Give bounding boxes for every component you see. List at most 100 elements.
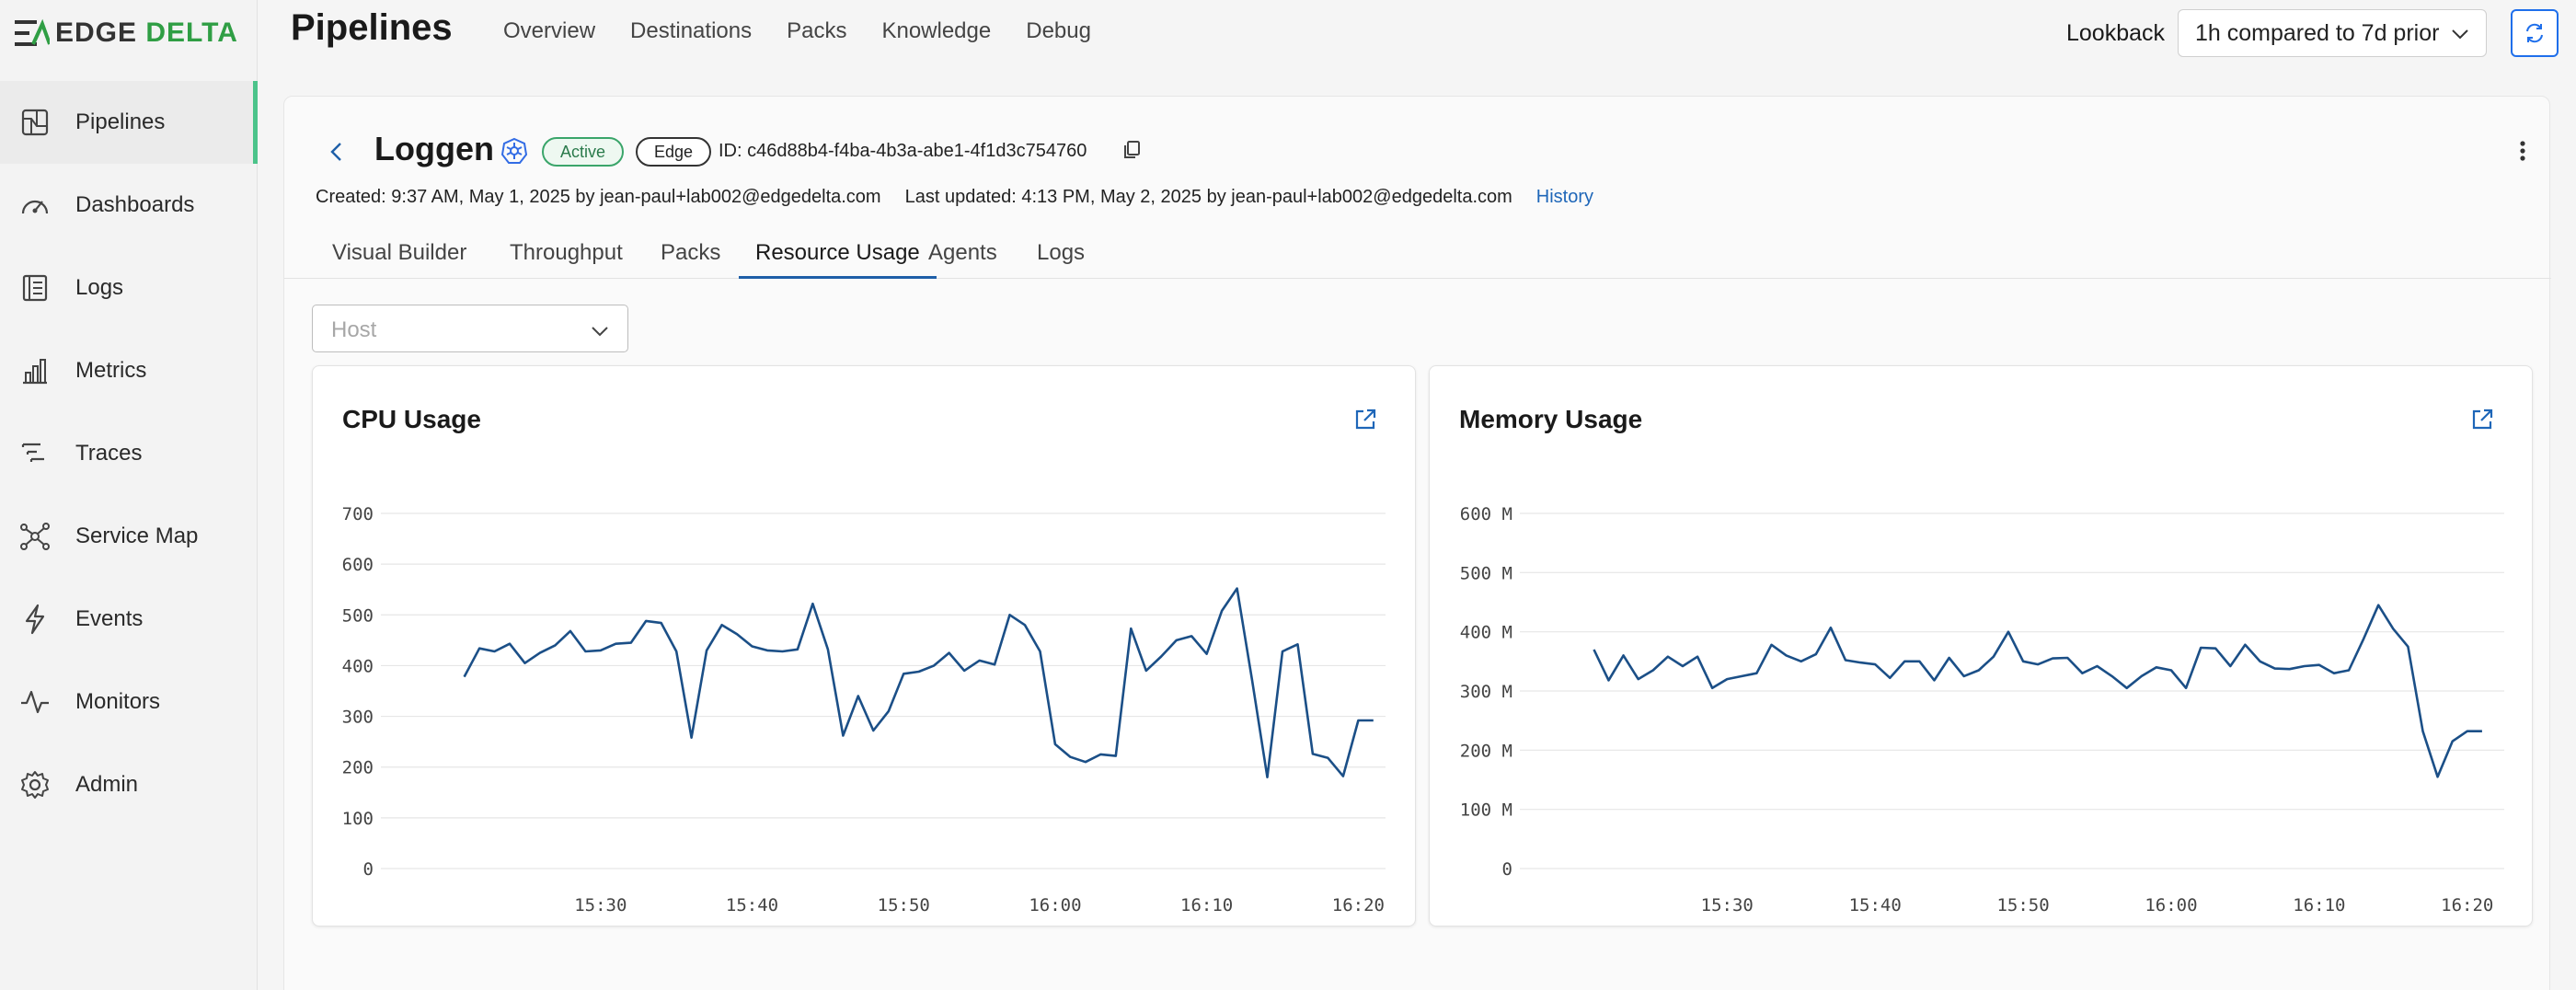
x-tick-label: 16:10: [2293, 895, 2345, 915]
pipelines-icon: [18, 106, 52, 139]
y-tick-label: 200 M: [1460, 741, 1512, 761]
x-tick-label: 16:10: [1180, 895, 1233, 915]
pipeline-meta: Created: 9:37 AM, May 1, 2025 by jean-pa…: [316, 187, 1593, 208]
y-tick-label: 0: [363, 859, 374, 880]
nav-debug[interactable]: Debug: [1026, 18, 1091, 44]
y-tick-label: 500 M: [1460, 563, 1512, 583]
y-tick-label: 500: [342, 605, 374, 626]
x-tick-label: 15:40: [1849, 895, 1902, 915]
x-tick-label: 15:30: [574, 895, 627, 915]
copy-icon[interactable]: [1121, 139, 1142, 161]
pipeline-id: ID: c46d88b4-f4ba-4b3a-abe1-4f1d3c754760: [719, 141, 1087, 161]
brand-name: EDGE DELTA: [55, 17, 238, 48]
more-options-icon[interactable]: [2518, 139, 2527, 163]
host-select[interactable]: Host: [312, 305, 628, 352]
x-tick-label: 16:20: [1332, 895, 1385, 915]
x-tick-label: 16:00: [2145, 895, 2197, 915]
x-tick-label: 15:40: [726, 895, 778, 915]
sidebar-item-label: Events: [75, 606, 144, 631]
sidebar-item-label: Monitors: [75, 689, 161, 714]
sidebar-item-label: Metrics: [75, 358, 147, 383]
nav-destinations[interactable]: Destinations: [630, 18, 752, 44]
sidebar-item-label: Pipelines: [75, 109, 166, 134]
pipeline-tabs: Visual Builder Throughput Packs Resource…: [284, 231, 2551, 279]
tab-agents[interactable]: Agents: [912, 231, 1014, 279]
x-tick-label: 15:30: [1701, 895, 1754, 915]
nav-knowledge[interactable]: Knowledge: [881, 18, 991, 44]
tab-throughput[interactable]: Throughput: [493, 231, 639, 279]
tab-resource-usage[interactable]: Resource Usage: [739, 231, 937, 279]
traces-icon: [18, 437, 52, 470]
logs-icon: [18, 271, 52, 305]
edge-delta-logo-icon: [15, 18, 50, 46]
sidebar-item-logs[interactable]: Logs: [0, 247, 258, 329]
refresh-button[interactable]: [2511, 9, 2559, 57]
y-tick-label: 100: [342, 809, 374, 829]
sidebar-item-pipelines[interactable]: Pipelines: [0, 81, 258, 164]
sidebar-item-admin[interactable]: Admin: [0, 743, 258, 826]
tab-visual-builder[interactable]: Visual Builder: [316, 231, 483, 279]
x-tick-label: 16:20: [2441, 895, 2493, 915]
sidebar-item-service-map[interactable]: Service Map: [0, 495, 258, 578]
updated-info: Last updated: 4:13 PM, May 2, 2025 by je…: [904, 187, 1512, 207]
chevron-down-icon: [2452, 29, 2468, 40]
sidebar-item-events[interactable]: Events: [0, 578, 258, 661]
y-tick-label: 400: [342, 656, 374, 676]
top-header: Pipelines Overview Destinations Packs Kn…: [258, 0, 2576, 72]
sidebar: EDGE DELTA Pipelines Dashboards Logs Met…: [0, 0, 258, 990]
network-icon: [18, 520, 52, 553]
lookback-value: 1h compared to 7d prior: [2195, 19, 2440, 46]
host-select-placeholder: Host: [331, 317, 377, 342]
y-tick-label: 300 M: [1460, 682, 1512, 702]
top-nav: Overview Destinations Packs Knowledge De…: [503, 18, 1091, 44]
pipeline-detail-card: Loggen Active Edge ID: c46d88b4-f4ba-4b3…: [283, 96, 2551, 990]
x-tick-label: 15:50: [1996, 895, 2049, 915]
gear-icon: [18, 768, 52, 801]
pipeline-name: Loggen: [374, 130, 494, 167]
nav-overview[interactable]: Overview: [503, 18, 595, 44]
sidebar-item-label: Admin: [75, 772, 139, 797]
history-link[interactable]: History: [1536, 187, 1593, 208]
type-badge: Edge: [636, 137, 712, 167]
sidebar-item-dashboards[interactable]: Dashboards: [0, 164, 258, 247]
bar-chart-icon: [18, 354, 52, 387]
y-tick-label: 600 M: [1460, 504, 1512, 524]
gauge-icon: [18, 189, 52, 222]
y-tick-label: 600: [342, 555, 374, 575]
lookback-select[interactable]: 1h compared to 7d prior: [2178, 9, 2487, 57]
sidebar-nav: Pipelines Dashboards Logs Metrics Traces: [0, 81, 258, 826]
tab-packs[interactable]: Packs: [644, 231, 737, 279]
cpu-usage-chart: 0 100 200 300 400 500 600 700 15:30 15:40 15:50 16:…: [342, 504, 1386, 915]
y-tick-label: 300: [342, 708, 374, 728]
nav-packs[interactable]: Packs: [787, 18, 846, 44]
memory-usage-chart: 0 100 M 200 M 300 M 400 M 500 M 600 M 15:30 15:4…: [1460, 504, 2504, 915]
y-tick-label: 400 M: [1460, 623, 1512, 643]
edge-delta-logo[interactable]: EDGE DELTA: [13, 17, 238, 50]
sidebar-item-label: Traces: [75, 441, 143, 466]
cpu-usage-panel: CPU Usage 0 100 200 300 400 500 600 700 15:30 15:…: [312, 365, 1416, 927]
sidebar-item-traces[interactable]: Traces: [0, 412, 258, 495]
y-tick-label: 0: [1502, 859, 1512, 880]
lookback-label: Lookback: [2066, 20, 2166, 46]
y-tick-label: 100 M: [1460, 800, 1512, 821]
sidebar-item-metrics[interactable]: Metrics: [0, 329, 258, 412]
lightning-icon: [18, 603, 52, 636]
y-tick-label: 700: [342, 504, 374, 524]
sidebar-item-label: Service Map: [75, 524, 199, 548]
tab-logs[interactable]: Logs: [1020, 231, 1101, 279]
sidebar-item-label: Logs: [75, 275, 124, 300]
x-tick-label: 16:00: [1029, 895, 1081, 915]
x-tick-label: 15:50: [878, 895, 930, 915]
y-tick-label: 200: [342, 758, 374, 778]
series-line: [463, 587, 1374, 779]
refresh-icon: [2526, 23, 2543, 43]
sidebar-item-label: Dashboards: [75, 192, 195, 217]
back-arrow-icon[interactable]: [327, 139, 347, 165]
status-badge: Active: [542, 137, 625, 167]
memory-usage-panel: Memory Usage 0 100 M 200 M 300 M 400 M 500 M6…: [1429, 365, 2533, 927]
kubernetes-icon: [500, 137, 528, 164]
page-title: Pipelines: [291, 7, 453, 48]
pulse-icon: [18, 685, 52, 719]
sidebar-item-monitors[interactable]: Monitors: [0, 661, 258, 743]
chevron-down-icon: [592, 327, 608, 337]
